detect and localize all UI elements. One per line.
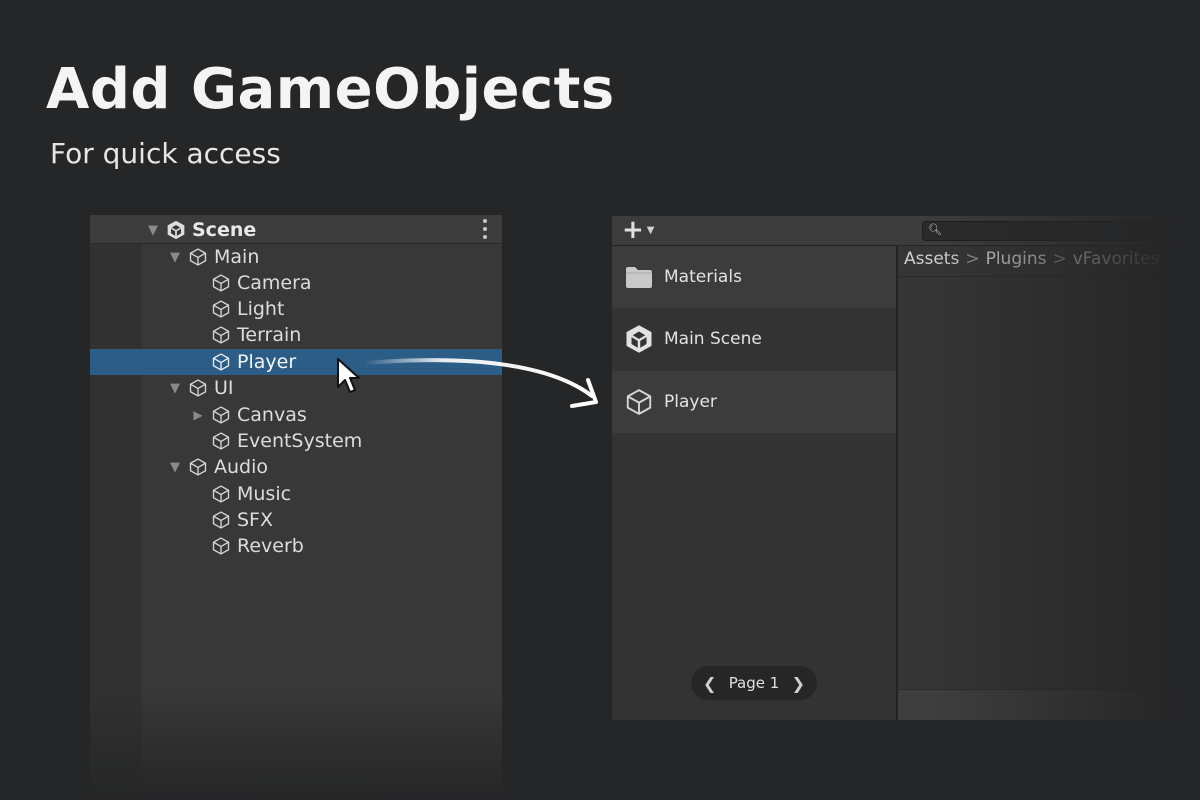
tree-row-sfx[interactable]: SFX [90, 507, 502, 533]
expand-triangle-icon[interactable]: ▼ [168, 381, 182, 396]
page-label: Page 1 [728, 674, 780, 692]
cube-icon [211, 299, 231, 319]
tree-row-light[interactable]: Light [90, 296, 502, 322]
cube-icon [188, 247, 208, 267]
collapse-triangle-icon[interactable]: ▶ [191, 408, 205, 422]
breadcrumb-item[interactable]: Assets [904, 249, 959, 269]
asset-browser-area: Assets > Plugins > vFavorites [898, 246, 1172, 720]
cube-icon [211, 510, 231, 530]
tree-row-main[interactable]: ▼ Main [90, 244, 502, 270]
scene-label: Scene [192, 219, 257, 241]
kebab-menu-icon[interactable] [482, 219, 488, 239]
cube-icon [188, 378, 208, 398]
expand-triangle-icon[interactable]: ▼ [146, 223, 160, 238]
tree-row-eventsystem[interactable]: EventSystem [90, 428, 502, 454]
favorites-toolbar: + ▼ 🔍︎ [612, 216, 1172, 246]
cube-icon [188, 457, 208, 477]
favorites-panel: + ▼ 🔍︎ Materials Main Scene Player ❮ Pag… [612, 216, 1172, 720]
expand-triangle-icon[interactable]: ▼ [168, 250, 182, 265]
favorite-item-materials[interactable]: Materials [612, 246, 896, 308]
tree-item-label: Player [237, 351, 297, 373]
favorites-list: Materials Main Scene Player ❮ Page 1 ❯ [612, 246, 896, 720]
tree-item-label: Music [237, 483, 292, 505]
search-icon: 🔍︎ [928, 223, 942, 236]
tree-row-scene[interactable]: ▼ Scene [90, 217, 502, 243]
tree-item-label: Camera [237, 272, 312, 294]
tree-item-label: Reverb [237, 535, 304, 557]
tree-row-reverb[interactable]: Reverb [90, 533, 502, 559]
cube-icon [211, 405, 231, 425]
folder-icon [624, 262, 654, 292]
subheadline: For quick access [50, 137, 281, 170]
add-dropdown-button[interactable]: + ▼ [622, 216, 655, 245]
tree-item-label: Main [214, 246, 260, 268]
tree-item-label: Terrain [237, 324, 302, 346]
pagination-control: ❮ Page 1 ❯ [691, 666, 817, 700]
tree-item-label: Canvas [237, 404, 307, 426]
tree-item-label: Audio [214, 456, 269, 478]
favorite-item-label: Main Scene [664, 329, 762, 349]
plus-icon: + [622, 216, 644, 245]
headline: Add GameObjects [46, 57, 615, 122]
mouse-cursor-icon [337, 358, 360, 393]
asset-footer-bar [898, 689, 1172, 720]
unity-logo-icon [624, 324, 654, 354]
cube-icon [211, 484, 231, 504]
hierarchy-bottom-fade [90, 690, 502, 800]
tree-item-label: UI [214, 377, 234, 399]
caret-down-icon: ▼ [646, 224, 655, 236]
favorite-item-player[interactable]: Player [612, 371, 896, 433]
breadcrumb-item[interactable]: vFavorites [1073, 249, 1160, 269]
cube-icon [211, 536, 231, 556]
chevron-right-icon: > [965, 249, 980, 269]
tree-row-music[interactable]: Music [90, 481, 502, 507]
cube-icon [211, 431, 231, 451]
tree-row-camera[interactable]: Camera [90, 270, 502, 296]
chevron-right-icon: > [1052, 249, 1067, 269]
search-input[interactable]: 🔍︎ [922, 221, 1172, 241]
cube-icon [211, 325, 231, 345]
tree-row-audio[interactable]: ▼ Audio [90, 454, 502, 480]
drag-arrow-icon [362, 358, 598, 408]
chevron-left-icon[interactable]: ❮ [703, 674, 716, 693]
hierarchy-panel: ▼ Scene ▼ Main Camera Light Terrain Play… [90, 215, 502, 800]
unity-logo-icon [166, 220, 186, 240]
chevron-right-icon[interactable]: ❯ [792, 674, 805, 693]
favorite-item-main-scene[interactable]: Main Scene [612, 308, 896, 370]
cube-icon [211, 273, 231, 293]
favorite-item-label: Materials [664, 267, 742, 287]
tree-item-label: EventSystem [237, 430, 363, 452]
breadcrumb-item[interactable]: Plugins [986, 249, 1047, 269]
tree-row-terrain[interactable]: Terrain [90, 322, 502, 348]
cube-icon [624, 387, 654, 417]
cube-icon [211, 352, 231, 372]
tree-item-label: SFX [237, 509, 274, 531]
tree-item-label: Light [237, 298, 285, 320]
favorite-item-label: Player [664, 392, 717, 412]
breadcrumb: Assets > Plugins > vFavorites [904, 249, 1160, 269]
expand-triangle-icon[interactable]: ▼ [168, 460, 182, 475]
breadcrumb-divider [898, 276, 1172, 277]
